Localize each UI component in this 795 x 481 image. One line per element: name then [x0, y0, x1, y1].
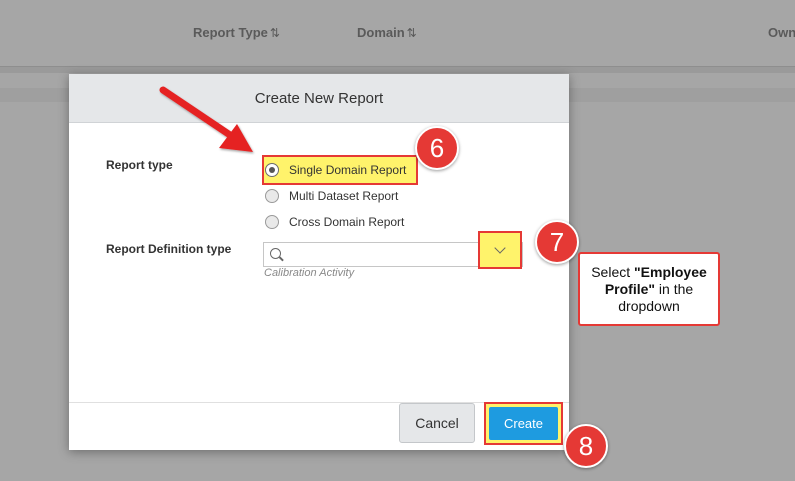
column-owner[interactable]: Own — [768, 25, 795, 40]
cancel-button[interactable]: Cancel — [399, 403, 475, 443]
column-label: Domain — [357, 25, 405, 40]
radio-label: Cross Domain Report — [289, 215, 405, 229]
dropdown-toggle-button[interactable] — [478, 231, 522, 269]
column-label: Report Type — [193, 25, 268, 40]
radio-cross-domain[interactable]: Cross Domain Report — [265, 215, 404, 229]
divider — [0, 67, 795, 73]
dialog-header: Create New Report — [69, 74, 569, 123]
instruction-callout: Select "Employee Profile" in the dropdow… — [578, 252, 720, 326]
step-6-badge: 6 — [415, 126, 459, 170]
search-icon — [270, 248, 281, 259]
radio-label: Multi Dataset Report — [289, 189, 399, 203]
chevron-down-icon — [494, 242, 506, 254]
column-label: Own — [768, 25, 795, 40]
radio-button-checked[interactable] — [265, 163, 279, 177]
report-list-header: Report Type ⇅ Domain ⇅ Own — [0, 0, 795, 68]
create-button-highlight: Create — [484, 402, 563, 445]
callout-prefix: Select — [591, 263, 635, 280]
radio-label: Single Domain Report — [289, 163, 407, 177]
step-8-badge: 8 — [564, 424, 608, 468]
report-definition-label: Report Definition type — [106, 242, 232, 256]
sort-icon[interactable]: ⇅ — [270, 26, 280, 40]
create-report-dialog: Create New Report Report type Single Dom… — [69, 74, 569, 450]
radio-single-domain[interactable]: Single Domain Report — [265, 163, 406, 177]
hint-text: Calibration Activity — [264, 267, 355, 279]
radio-button[interactable] — [265, 215, 279, 229]
dialog-title: Create New Report — [254, 89, 384, 107]
radio-multi-dataset[interactable]: Multi Dataset Report — [265, 189, 398, 203]
column-domain[interactable]: Domain ⇅ — [357, 25, 417, 40]
column-report-type[interactable]: Report Type ⇅ — [193, 25, 280, 40]
callout-text: Select "Employee Profile" in the dropdow… — [580, 264, 718, 315]
create-button[interactable]: Create — [489, 407, 558, 440]
radio-button[interactable] — [265, 189, 279, 203]
pointer-arrow-icon — [159, 86, 253, 152]
sort-icon[interactable]: ⇅ — [407, 26, 417, 40]
step-7-badge: 7 — [535, 220, 579, 264]
